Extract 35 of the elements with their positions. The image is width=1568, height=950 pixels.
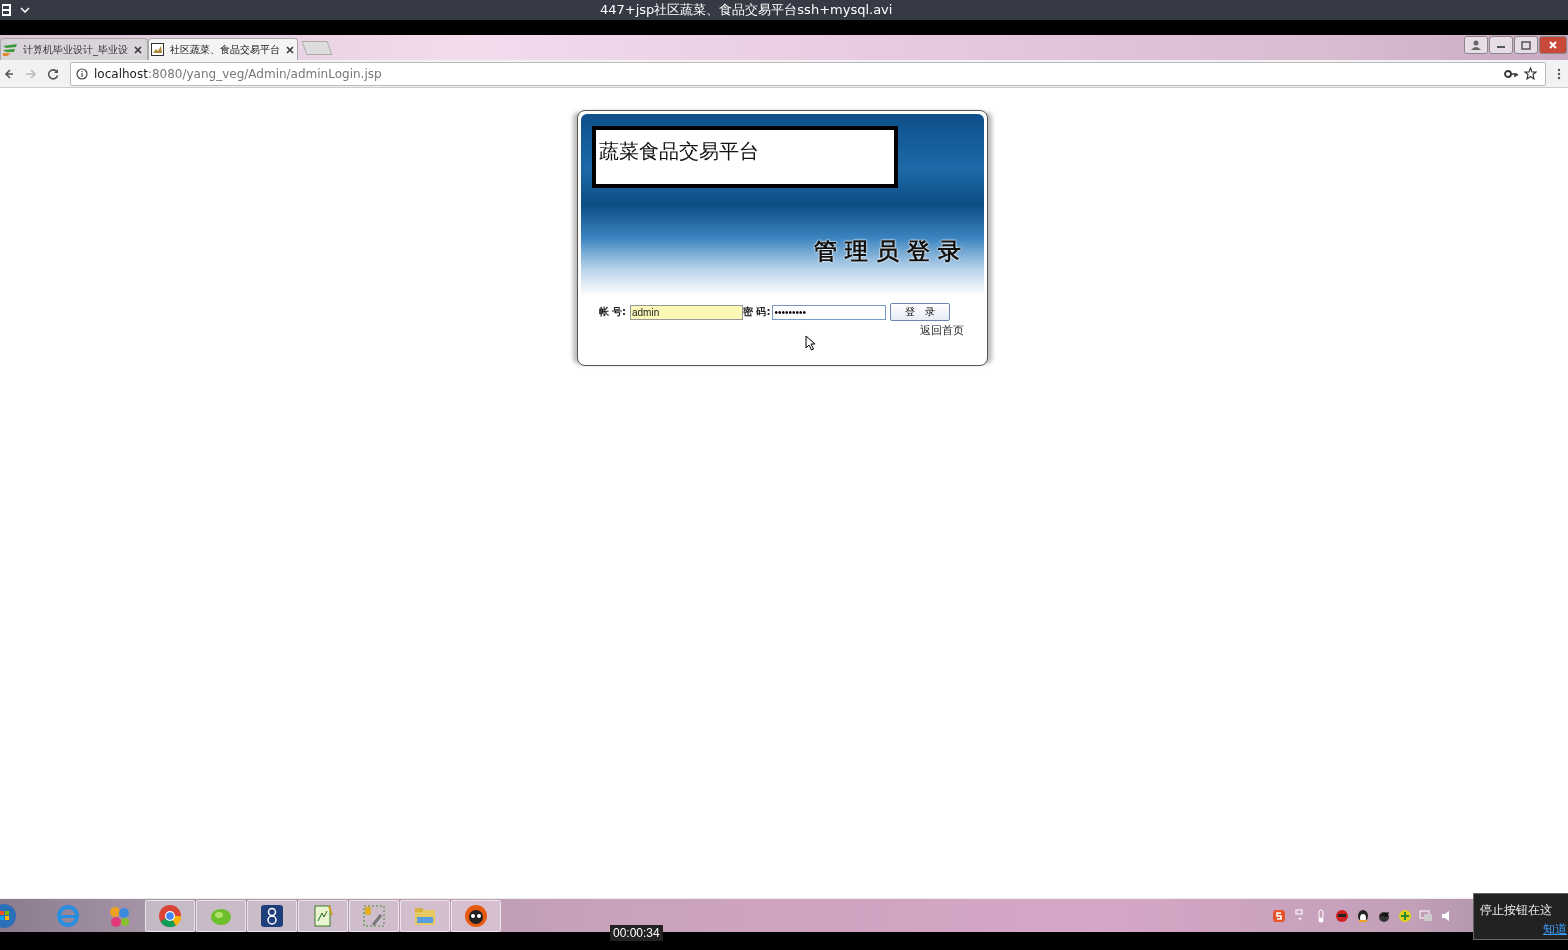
login-button[interactable]: 登 录 bbox=[890, 303, 951, 321]
site-title: 蔬菜食品交易平台 bbox=[598, 138, 759, 165]
account-label: 帐 号: bbox=[598, 305, 626, 319]
minimize-icon[interactable] bbox=[1489, 36, 1513, 54]
close-icon[interactable] bbox=[286, 45, 294, 54]
playback-time: 00:00:34 bbox=[610, 925, 663, 941]
star-icon[interactable] bbox=[1524, 67, 1537, 80]
chevron-down-icon[interactable] bbox=[20, 7, 30, 13]
notification-text: 停止按钮在这 bbox=[1480, 902, 1553, 919]
login-heading: 管 理 员 登 录 bbox=[814, 236, 962, 266]
password-label: 密 码: bbox=[743, 305, 771, 319]
window-icon[interactable] bbox=[2, 4, 12, 16]
url-text: localhost:8080/yang_veg/Admin/adminLogin.jsp bbox=[94, 66, 382, 81]
info-icon bbox=[76, 67, 88, 80]
tools-icon[interactable] bbox=[349, 899, 399, 932]
got-it-link[interactable]: 知道 bbox=[1543, 921, 1567, 938]
cursor-icon bbox=[804, 335, 816, 351]
tab-title: 社区蔬菜、食品交易平台 bbox=[170, 42, 280, 57]
cat-face-icon[interactable] bbox=[451, 899, 501, 932]
leaf-logo-icon bbox=[3, 43, 17, 56]
browser-tab[interactable]: 社区蔬菜、食品交易平台 bbox=[148, 38, 298, 60]
image-icon bbox=[151, 43, 164, 56]
key-icon[interactable] bbox=[1504, 68, 1518, 79]
address-bar[interactable]: localhost:8080/yang_veg/Admin/adminLogin.jsp bbox=[70, 61, 1546, 86]
password-field[interactable]: ••••••••• bbox=[772, 304, 887, 320]
chrome-icon[interactable] bbox=[145, 899, 195, 932]
browser-tab[interactable]: 计算机毕业设计_毕业设 bbox=[0, 38, 148, 60]
close-icon[interactable] bbox=[134, 45, 142, 54]
tab-title: 计算机毕业设计_毕业设 bbox=[23, 42, 128, 57]
home-link[interactable]: 返回首页 bbox=[919, 323, 964, 338]
video-title: 447+jsp社区蔬菜、食品交易平台ssh+mysql.avi bbox=[600, 1, 893, 19]
user-icon[interactable] bbox=[1464, 36, 1488, 54]
maximize-icon[interactable] bbox=[1514, 36, 1538, 54]
eight-logo-icon[interactable] bbox=[247, 899, 297, 932]
account-field[interactable]: admin bbox=[630, 304, 743, 320]
